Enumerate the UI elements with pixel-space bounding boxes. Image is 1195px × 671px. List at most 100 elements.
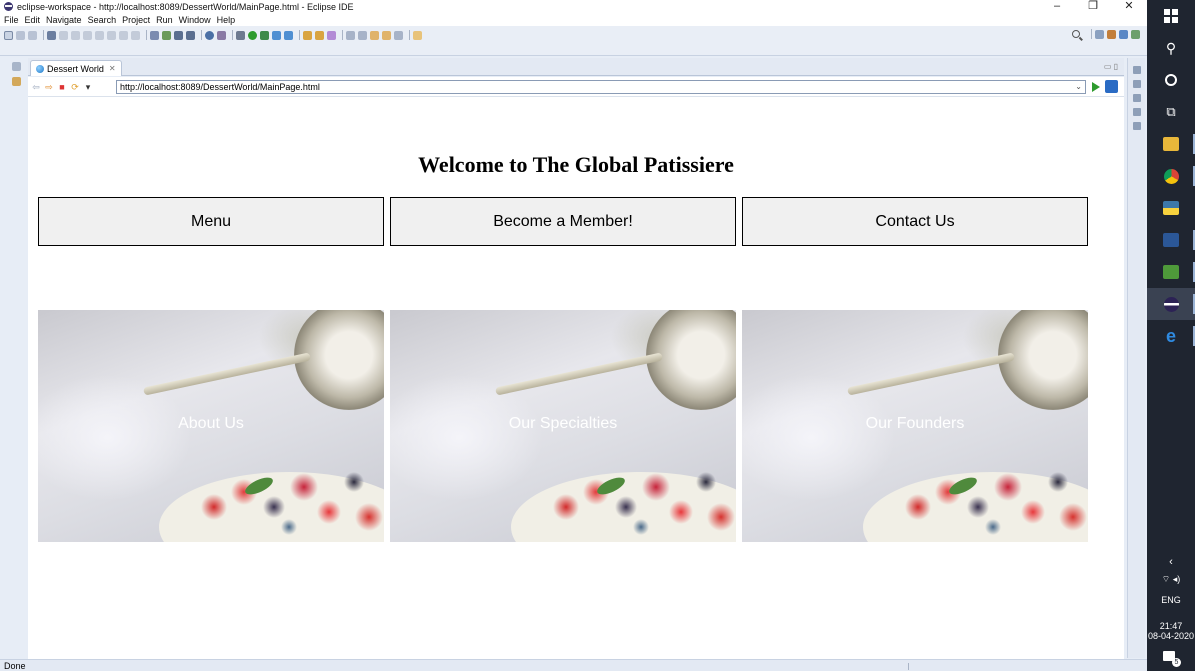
terminate-icon[interactable] xyxy=(83,30,92,40)
our-founders-tile[interactable]: Our Founders xyxy=(742,310,1088,542)
console-icon[interactable] xyxy=(1132,122,1141,130)
tab-close-icon[interactable]: ✕ xyxy=(109,64,116,73)
build-icon[interactable] xyxy=(217,30,226,40)
menu-nav-box[interactable]: Menu xyxy=(38,197,384,246)
step-return-icon[interactable] xyxy=(131,30,140,40)
menu-run[interactable]: Run xyxy=(156,15,173,25)
stop-icon[interactable]: ■ xyxy=(57,82,67,92)
debug-perspective-icon[interactable] xyxy=(1131,29,1140,39)
go-icon[interactable] xyxy=(1092,82,1100,92)
eclipse-taskbar-button[interactable] xyxy=(1147,288,1195,320)
package-explorer-icon[interactable] xyxy=(11,77,21,86)
input-language[interactable]: ENG xyxy=(1161,595,1181,605)
open-perspective-icon[interactable] xyxy=(1095,29,1104,39)
contact-us-nav-box[interactable]: Contact Us xyxy=(742,197,1088,246)
menu-edit[interactable]: Edit xyxy=(25,15,41,25)
tab-dessert-world[interactable]: Dessert World ✕ xyxy=(30,60,122,76)
back-icon[interactable] xyxy=(370,30,379,40)
edge-button[interactable]: e xyxy=(1147,320,1195,352)
python-button[interactable] xyxy=(1147,192,1195,224)
next-annotation-icon[interactable] xyxy=(346,30,355,40)
menu-navigate[interactable]: Navigate xyxy=(46,15,82,25)
menu-window[interactable]: Window xyxy=(179,15,211,25)
toolbar-separator xyxy=(342,30,343,40)
java-perspective-icon[interactable] xyxy=(1119,29,1128,39)
forward-arrow-icon[interactable]: ⇨ xyxy=(44,82,54,92)
outline-icon[interactable] xyxy=(1132,80,1141,88)
restore-view-icon[interactable] xyxy=(1132,66,1141,74)
windows-logo-icon xyxy=(1164,9,1178,23)
new-file-icon[interactable] xyxy=(4,30,13,40)
pin-editor-icon[interactable] xyxy=(413,30,422,40)
action-center-button[interactable]: 5 xyxy=(1163,651,1181,667)
image-viewer-button[interactable] xyxy=(1147,256,1195,288)
resume-icon[interactable] xyxy=(59,30,68,40)
run-icon[interactable] xyxy=(248,30,257,40)
previous-annotation-icon[interactable] xyxy=(358,30,367,40)
close-button[interactable]: ✕ xyxy=(1111,0,1147,13)
refresh-icon[interactable]: ⟳ xyxy=(70,82,80,92)
debug-icon[interactable] xyxy=(236,30,245,40)
photo-spoon xyxy=(142,352,311,396)
open-task-icon[interactable] xyxy=(315,30,324,40)
restore-icon[interactable] xyxy=(11,62,21,71)
right-trim-stack xyxy=(1127,58,1145,658)
photo-spoon xyxy=(494,352,663,396)
network-volume-icon[interactable]: ⌔ ◂) xyxy=(1162,574,1180,585)
java-ee-perspective-icon[interactable] xyxy=(1107,29,1116,39)
server-icon[interactable] xyxy=(162,30,171,40)
last-edit-icon[interactable] xyxy=(394,30,403,40)
open-external-browser-icon[interactable] xyxy=(1105,80,1118,93)
back-arrow-icon[interactable]: ⇦ xyxy=(31,82,41,92)
status-text: Done xyxy=(4,661,26,671)
toolbar-separator xyxy=(201,30,202,40)
step-into-icon[interactable] xyxy=(107,30,116,40)
menu-file[interactable]: File xyxy=(4,15,19,25)
settings-icon[interactable] xyxy=(186,30,195,40)
cortana-button[interactable] xyxy=(1147,64,1195,96)
become-member-nav-box[interactable]: Become a Member! xyxy=(390,197,736,246)
file-explorer-button[interactable] xyxy=(1147,128,1195,160)
minimize-maximize-icon[interactable]: ▭ ▯ xyxy=(1104,62,1118,71)
minimize-button[interactable]: – xyxy=(1039,0,1075,13)
search-icon[interactable] xyxy=(1072,30,1080,38)
suspend-icon[interactable] xyxy=(71,30,80,40)
url-input[interactable]: http://localhost:8089/DessertWorld/MainP… xyxy=(116,80,1086,94)
globe-icon xyxy=(36,64,44,73)
debug-config-icon[interactable] xyxy=(174,30,183,40)
open-type-icon[interactable] xyxy=(303,30,312,40)
toolbar-separator xyxy=(43,30,44,40)
disconnect-icon[interactable] xyxy=(95,30,104,40)
maximize-button[interactable]: ❐ xyxy=(1075,0,1111,13)
forward-icon[interactable] xyxy=(382,30,391,40)
clock-time[interactable]: 21:47 xyxy=(1160,621,1183,631)
clock-date[interactable]: 08-04-2020 xyxy=(1148,631,1194,641)
coverage-icon[interactable] xyxy=(205,30,214,40)
photo-berries xyxy=(194,452,384,542)
new-java-class-icon[interactable] xyxy=(272,30,281,40)
menu-search[interactable]: Search xyxy=(88,15,117,25)
url-dropdown-icon[interactable]: ⌄ xyxy=(1075,81,1082,93)
open-console-icon[interactable] xyxy=(150,30,159,40)
menu-project[interactable]: Project xyxy=(122,15,150,25)
about-us-tile[interactable]: About Us xyxy=(38,310,384,542)
skip-breakpoints-icon[interactable] xyxy=(47,30,56,40)
task-list-icon[interactable] xyxy=(1132,94,1141,102)
show-hidden-icons-icon[interactable]: ‹ xyxy=(1169,556,1173,568)
annotation-icon[interactable] xyxy=(327,30,336,40)
history-dropdown-icon[interactable]: ▾ xyxy=(83,82,93,92)
external-tools-icon[interactable] xyxy=(260,30,269,40)
restore-bottom-icon[interactable] xyxy=(1132,108,1141,116)
word-button[interactable] xyxy=(1147,224,1195,256)
our-specialties-tile[interactable]: Our Specialties xyxy=(390,310,736,542)
new-package-icon[interactable] xyxy=(284,30,293,40)
task-view-button[interactable]: ⧉ xyxy=(1147,96,1195,128)
start-button[interactable] xyxy=(1147,0,1195,32)
menu-help[interactable]: Help xyxy=(217,15,236,25)
step-over-icon[interactable] xyxy=(119,30,128,40)
save-icon[interactable] xyxy=(16,30,25,40)
windows-taskbar: ⚲ ⧉ e ‹ ⌔ ◂) ENG 21:47 08-04-2020 5 xyxy=(1147,0,1195,671)
save-all-icon[interactable] xyxy=(28,30,37,40)
search-button[interactable]: ⚲ xyxy=(1147,32,1195,64)
chrome-button[interactable] xyxy=(1147,160,1195,192)
